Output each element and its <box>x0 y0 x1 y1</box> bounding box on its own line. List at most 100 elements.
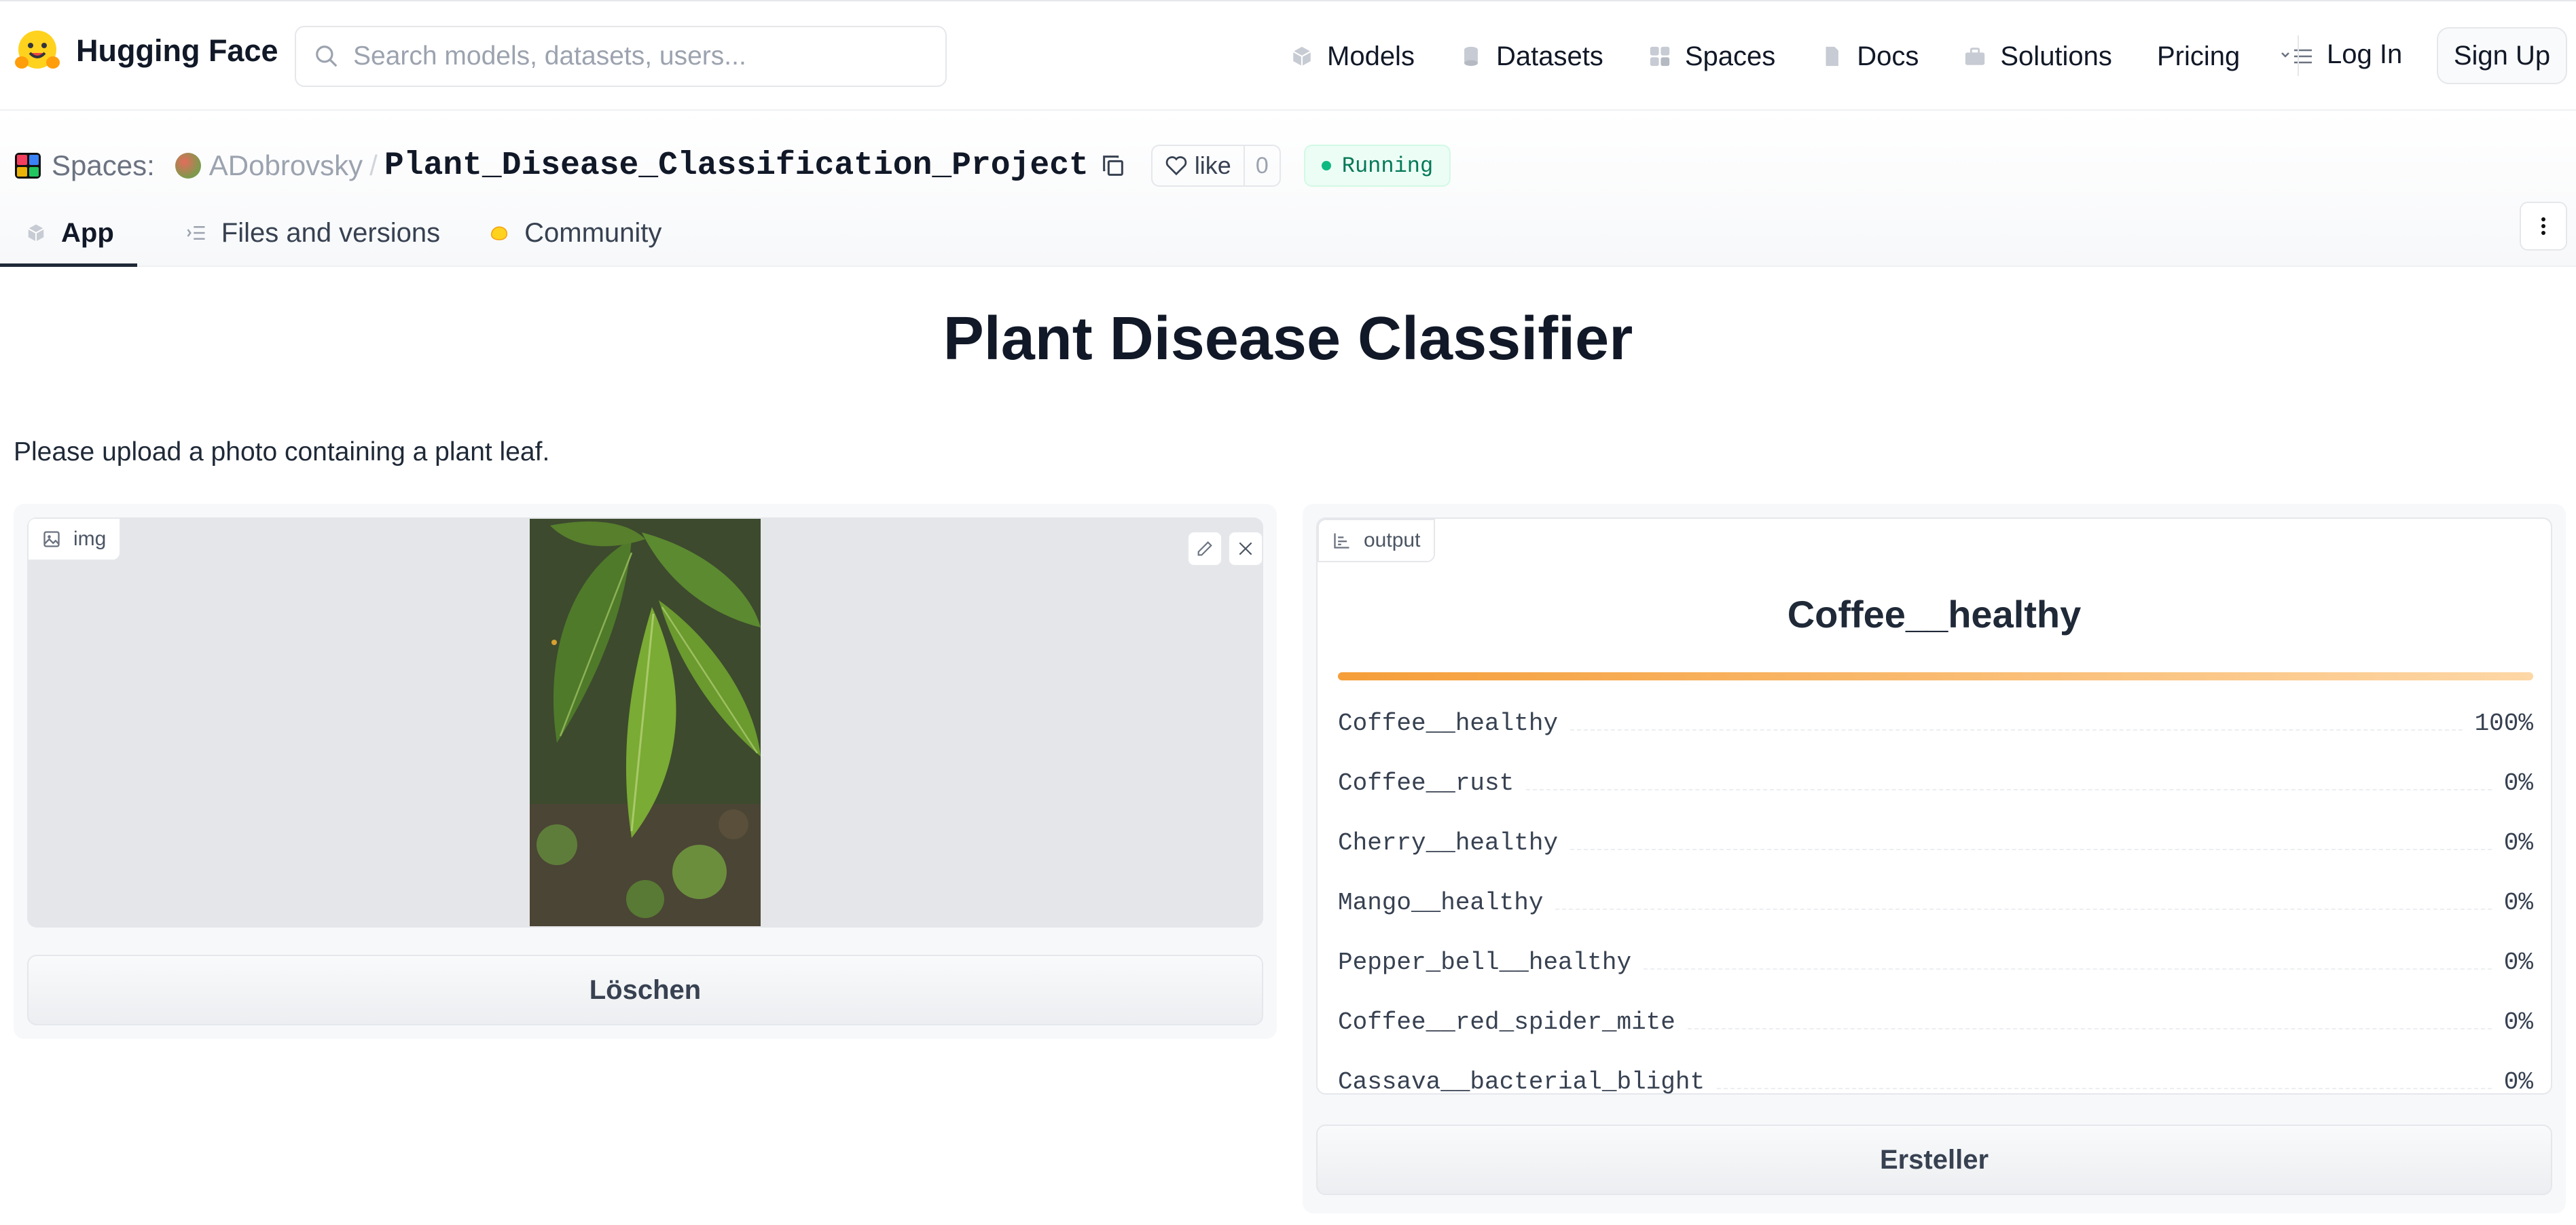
copy-icon[interactable] <box>1100 152 1127 179</box>
nav-pricing[interactable]: Pricing <box>2157 41 2240 72</box>
breadcrumb-separator: / <box>369 149 378 181</box>
confidence-row[interactable]: Coffee__rust 0% <box>1338 747 2533 807</box>
owner-link[interactable]: ADobrovsky <box>209 149 363 182</box>
search-box[interactable] <box>295 26 947 87</box>
tab-community[interactable]: Community <box>489 199 661 267</box>
nav-solutions-label: Solutions <box>2000 41 2112 71</box>
tab-community-label: Community <box>524 217 662 248</box>
confidence-row[interactable]: Coffee__red_spider_mite 0% <box>1338 986 2533 1046</box>
close-icon <box>1239 542 1252 555</box>
input-panel: img Löschen <box>14 504 1277 1039</box>
uploaded-leaf-image <box>530 519 761 926</box>
like-widget: like 0 <box>1150 145 1281 187</box>
bar-chart-icon <box>1334 533 1349 549</box>
leader-line <box>1570 849 2492 850</box>
brand-logo-link[interactable]: Hugging Face <box>14 27 278 75</box>
space-tabs: App Files and versions Community <box>0 199 710 267</box>
spaces-label[interactable]: Spaces: <box>52 149 155 182</box>
dot-icon <box>2541 224 2545 228</box>
leader-line <box>1570 729 2463 731</box>
confidence-value: 0% <box>2503 1068 2533 1096</box>
community-hands-icon <box>491 226 508 240</box>
confidence-row[interactable]: Mango__healthy 0% <box>1338 866 2533 926</box>
nav-divider <box>2298 35 2299 76</box>
confidence-row[interactable]: Cassava__bacterial_blight 0% <box>1338 1046 2533 1105</box>
nav-docs[interactable]: Docs <box>1820 41 1919 72</box>
status-text: Running <box>1341 153 1434 179</box>
hugging-face-logo-icon <box>15 31 60 69</box>
breadcrumb: Spaces: ADobrovsky / Plant_Disease_Class… <box>15 135 1451 196</box>
app-description: Please upload a photo containing a plant… <box>14 437 550 467</box>
like-count[interactable]: 0 <box>1243 146 1280 185</box>
confidence-value: 0% <box>2503 769 2533 797</box>
clear-button[interactable]: Löschen <box>27 955 1263 1025</box>
nav-models-label: Models <box>1327 41 1415 71</box>
repo-name-link[interactable]: Plant_Disease_Classification_Project <box>384 147 1089 184</box>
signup-button[interactable]: Sign Up <box>2437 27 2567 84</box>
nav-models[interactable]: Models <box>1290 41 1415 72</box>
top-confidence-bar <box>1338 672 2533 680</box>
confidence-list: Coffee__healthy 100% Coffee__rust 0% Che… <box>1338 672 2533 1105</box>
nav-datasets[interactable]: Datasets <box>1459 41 1603 72</box>
remove-image-button[interactable] <box>1228 531 1263 566</box>
search-icon <box>316 45 338 67</box>
models-icon <box>1292 46 1311 67</box>
predicted-class: Coffee__healthy <box>1787 593 2082 636</box>
edit-image-button[interactable] <box>1187 531 1222 566</box>
spaces-logo-icon <box>15 153 41 179</box>
status-dot-icon <box>1321 161 1331 170</box>
nav-spaces-label: Spaces <box>1684 41 1776 71</box>
confidence-label: Coffee__red_spider_mite <box>1338 1008 1675 1036</box>
heart-icon <box>1165 156 1187 176</box>
confidence-row[interactable]: Pepper_bell__healthy 0% <box>1338 926 2533 986</box>
nav-spaces[interactable]: Spaces <box>1648 41 1775 72</box>
confidence-value: 0% <box>2503 949 2533 976</box>
docs-icon <box>1826 46 1839 67</box>
output-panel: output Coffee__healthy Coffee__healthy 1… <box>1303 504 2566 1213</box>
tab-files-and-versions[interactable]: Files and versions <box>186 199 440 267</box>
confidence-label: Coffee__healthy <box>1338 710 1559 737</box>
status-badge[interactable]: Running <box>1303 145 1451 187</box>
confidence-label: Mango__healthy <box>1338 889 1544 917</box>
search-input[interactable] <box>353 41 910 71</box>
output-label: output <box>1364 529 1421 551</box>
image-icon <box>43 531 60 547</box>
pencil-icon <box>1197 541 1212 556</box>
leader-line <box>1717 1088 2492 1089</box>
dot-icon <box>2541 217 2545 221</box>
confidence-value: 100% <box>2474 710 2533 737</box>
confidence-row[interactable]: Coffee__healthy 100% <box>1338 687 2533 747</box>
leader-line <box>1644 968 2492 970</box>
confidence-value: 0% <box>2503 889 2533 917</box>
nav-solutions[interactable]: Solutions <box>1963 41 2112 72</box>
tab-files-label: Files and versions <box>221 217 441 248</box>
app-title: Plant Disease Classifier <box>943 305 1633 373</box>
confidence-label: Cassava__bacterial_blight <box>1338 1068 1705 1096</box>
nav-datasets-label: Datasets <box>1495 41 1603 71</box>
confidence-row[interactable]: Cherry__healthy 0% <box>1338 807 2533 866</box>
app-cube-icon <box>28 224 44 242</box>
confidence-value: 0% <box>2503 1008 2533 1036</box>
image-upload-area[interactable]: img <box>27 517 1263 928</box>
confidence-label: Pepper_bell__healthy <box>1338 949 1632 976</box>
main-nav: Models Datasets Spaces Docs Solutions Pr… <box>1290 26 2355 87</box>
space-header: Spaces: ADobrovsky / Plant_Disease_Class… <box>0 111 2576 267</box>
like-label: like <box>1194 151 1231 179</box>
like-button[interactable]: like <box>1153 146 1244 185</box>
brand-name: Hugging Face <box>76 33 278 68</box>
solutions-icon <box>1965 48 1985 65</box>
leader-line <box>1687 1028 2492 1029</box>
spaces-icon <box>1650 46 1669 67</box>
confidence-value: 0% <box>2503 829 2533 857</box>
tab-app[interactable]: App <box>0 199 137 267</box>
nav-pricing-label: Pricing <box>2156 41 2241 71</box>
output-label-box: output Coffee__healthy Coffee__healthy 1… <box>1316 517 2552 1096</box>
submit-button[interactable]: Ersteller <box>1316 1125 2552 1195</box>
space-options-button[interactable] <box>2520 202 2567 251</box>
output-label-chip: output <box>1318 519 1436 562</box>
nav-docs-label: Docs <box>1857 41 1919 71</box>
owner-avatar <box>175 153 201 179</box>
files-list-icon <box>187 226 205 240</box>
login-link[interactable]: Log In <box>2327 39 2402 70</box>
input-label-chip: img <box>27 517 122 561</box>
